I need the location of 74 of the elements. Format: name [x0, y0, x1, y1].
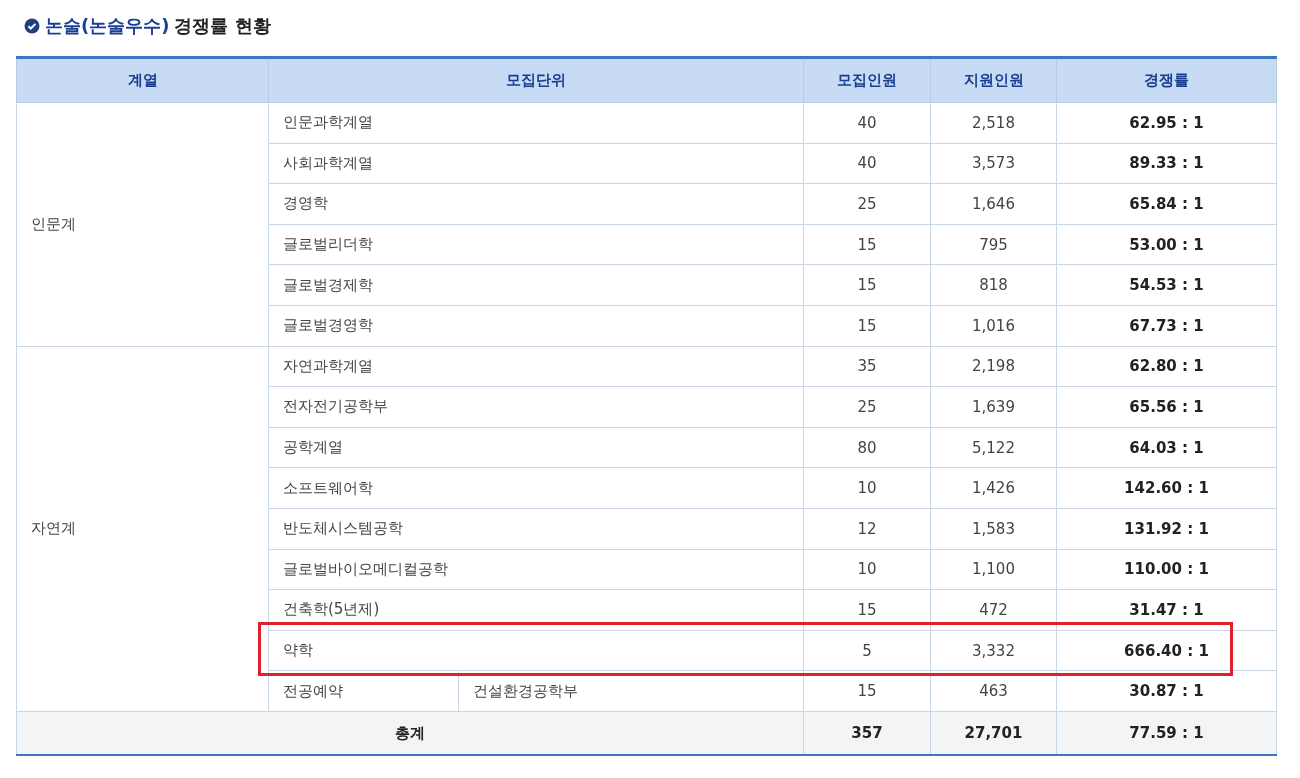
table-cell: 795 [930, 224, 1057, 265]
table-cell: 건축학(5년제) [268, 589, 804, 631]
table-cell: 글로벌경영학 [268, 305, 804, 347]
table-cell: 54.53 : 1 [1056, 264, 1277, 306]
table-cell: 89.33 : 1 [1056, 143, 1277, 184]
table-cell: 40 [803, 143, 931, 184]
table-cell: 글로벌경제학 [268, 264, 804, 306]
table-cell: 15 [803, 589, 931, 631]
table-cell: 10 [803, 549, 931, 590]
table-cell: 62.95 : 1 [1056, 102, 1277, 144]
section-title: 경쟁률 현황 [174, 14, 271, 38]
table-cell: 1,100 [930, 549, 1057, 590]
table-cell: 357 [803, 711, 931, 756]
table-cell: 15 [803, 224, 931, 265]
table-cell: 142.60 : 1 [1056, 467, 1277, 509]
table-cell: 5 [803, 630, 931, 671]
column-header: 계열 [16, 57, 269, 103]
table-cell: 2,198 [930, 346, 1057, 387]
table-cell: 472 [930, 589, 1057, 631]
table-cell: 64.03 : 1 [1056, 427, 1277, 468]
table-cell: 글로벌바이오메디컬공학 [268, 549, 804, 590]
table-cell: 77.59 : 1 [1056, 711, 1277, 756]
table-cell: 818 [930, 264, 1057, 306]
table-cell: 1,639 [930, 386, 1057, 428]
table-cell: 15 [803, 305, 931, 347]
table-cell: 67.73 : 1 [1056, 305, 1277, 347]
table-cell: 65.56 : 1 [1056, 386, 1277, 428]
table-cell: 2,518 [930, 102, 1057, 144]
table-cell: 공학계열 [268, 427, 804, 468]
table-cell: 463 [930, 670, 1057, 712]
table-cell: 반도체시스템공학 [268, 508, 804, 550]
table-cell: 25 [803, 183, 931, 225]
table-cell: 40 [803, 102, 931, 144]
table-cell: 15 [803, 670, 931, 712]
table-cell: 경영학 [268, 183, 804, 225]
table-cell: 인문계 [16, 102, 269, 347]
table-cell: 3,332 [930, 630, 1057, 671]
title-highlight: 논술(논술우수) [45, 14, 170, 38]
column-header: 지원인원 [930, 57, 1057, 103]
column-header: 모집단위 [268, 57, 804, 103]
table-cell: 자연과학계열 [268, 346, 804, 387]
table-cell: 30.87 : 1 [1056, 670, 1277, 712]
table-cell: 80 [803, 427, 931, 468]
table-cell: 1,016 [930, 305, 1057, 347]
table-cell: 27,701 [930, 711, 1057, 756]
table-cell: 1,646 [930, 183, 1057, 225]
table-cell: 글로벌리더학 [268, 224, 804, 265]
table-cell: 12 [803, 508, 931, 550]
table-cell: 65.84 : 1 [1056, 183, 1277, 225]
column-header: 경쟁률 [1056, 57, 1277, 103]
column-header: 모집인원 [803, 57, 931, 103]
table-cell: 자연계 [16, 346, 269, 712]
table-cell: 1,583 [930, 508, 1057, 550]
table-cell: 총계 [16, 711, 804, 756]
table-cell: 53.00 : 1 [1056, 224, 1277, 265]
table-cell: 건설환경공학부 [458, 670, 804, 712]
table-cell: 10 [803, 467, 931, 509]
table-cell: 1,426 [930, 467, 1057, 509]
table-cell: 31.47 : 1 [1056, 589, 1277, 631]
table-cell: 사회과학계열 [268, 143, 804, 184]
table-cell: 666.40 : 1 [1056, 630, 1277, 671]
table-cell: 35 [803, 346, 931, 387]
table-cell: 5,122 [930, 427, 1057, 468]
table-cell: 인문과학계열 [268, 102, 804, 144]
table-cell: 110.00 : 1 [1056, 549, 1277, 590]
table-cell: 3,573 [930, 143, 1057, 184]
table-cell: 25 [803, 386, 931, 428]
table-cell: 131.92 : 1 [1056, 508, 1277, 550]
table-cell: 전자전기공학부 [268, 386, 804, 428]
table-cell: 62.80 : 1 [1056, 346, 1277, 387]
check-circle-icon [24, 18, 40, 34]
table-cell: 전공예약 [268, 670, 459, 712]
table-cell: 15 [803, 264, 931, 306]
table-cell: 소프트웨어학 [268, 467, 804, 509]
